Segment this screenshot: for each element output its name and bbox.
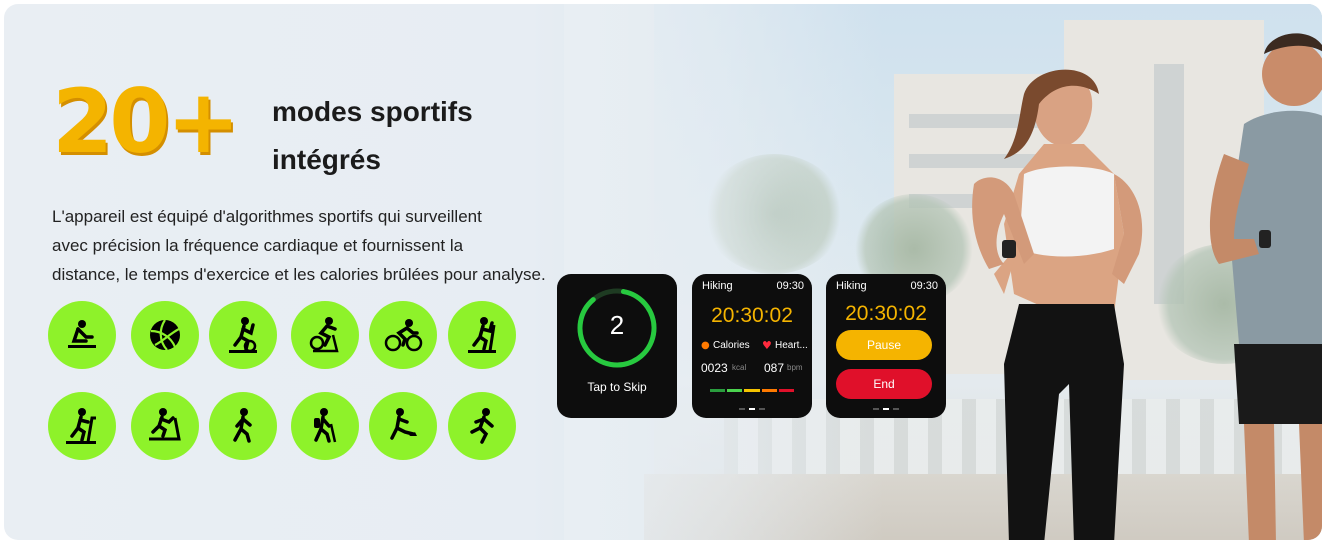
treadmill-icon <box>131 392 199 460</box>
watch-countdown-screen: 2 Tap to Skip <box>557 274 677 418</box>
countdown-number: 2 <box>609 310 625 340</box>
flame-icon: ● <box>701 340 710 351</box>
description-line-1: L'appareil est équipé d'algorithmes spor… <box>52 207 482 226</box>
description-line-2: avec précision la fréquence cardiaque et… <box>52 236 464 255</box>
page-indicator <box>692 395 812 414</box>
clock-label: 09:30 <box>910 280 938 292</box>
rowing-icon <box>48 301 116 369</box>
description-line-3: distance, le temps d'exercice et les cal… <box>52 265 546 284</box>
hiking-icon <box>291 392 359 460</box>
feature-description: L'appareil est équipé d'algorithmes spor… <box>52 202 572 289</box>
stepper-icon <box>48 392 116 460</box>
calories-value: 0023 <box>701 361 728 375</box>
elliptical-icon <box>209 301 277 369</box>
heart-rate-label: Heart... <box>775 340 808 351</box>
stair-stepper-icon <box>448 301 516 369</box>
heart-rate-unit: bpm <box>787 363 803 372</box>
walking-icon <box>209 392 277 460</box>
watch-hiking-metrics-screen: Hiking 09:30 20:30:02 ● Calories ♥ Heart… <box>692 274 812 418</box>
calories-unit: kcal <box>732 363 747 372</box>
sport-mode-label: Hiking <box>836 280 867 292</box>
tap-to-skip-label: Tap to Skip <box>587 380 647 394</box>
volleyball-icon <box>131 301 199 369</box>
running-icon <box>448 392 516 460</box>
page-indicator <box>826 395 946 414</box>
elapsed-timer: 20:30:02 <box>711 304 793 327</box>
heart-zone-bar <box>710 389 795 392</box>
skating-icon <box>369 392 437 460</box>
elapsed-timer: 20:30:02 <box>845 302 927 325</box>
photo-fade <box>564 4 884 540</box>
watch-hiking-control-screen: Hiking 09:30 20:30:02 Pause End <box>826 274 946 418</box>
sport-mode-label: Hiking <box>702 280 733 292</box>
heart-rate-value: 087 <box>764 361 785 375</box>
sports-banner: 20+ modes sportifs intégrés L'appareil e… <box>4 4 1322 540</box>
clock-label: 09:30 <box>776 280 804 292</box>
man-runner-photo <box>1209 33 1322 540</box>
calories-label: Calories <box>713 340 750 351</box>
cycling-icon <box>369 301 437 369</box>
sport-modes-count: 20+ <box>52 70 240 173</box>
pause-button[interactable]: Pause <box>836 330 932 360</box>
headline-line-2: intégrés <box>272 144 381 175</box>
heart-icon: ♥ <box>762 339 772 352</box>
spinning-bike-icon <box>291 301 359 369</box>
woman-runner-photo <box>972 69 1143 540</box>
headline-line-1: modes sportifs <box>272 96 473 127</box>
